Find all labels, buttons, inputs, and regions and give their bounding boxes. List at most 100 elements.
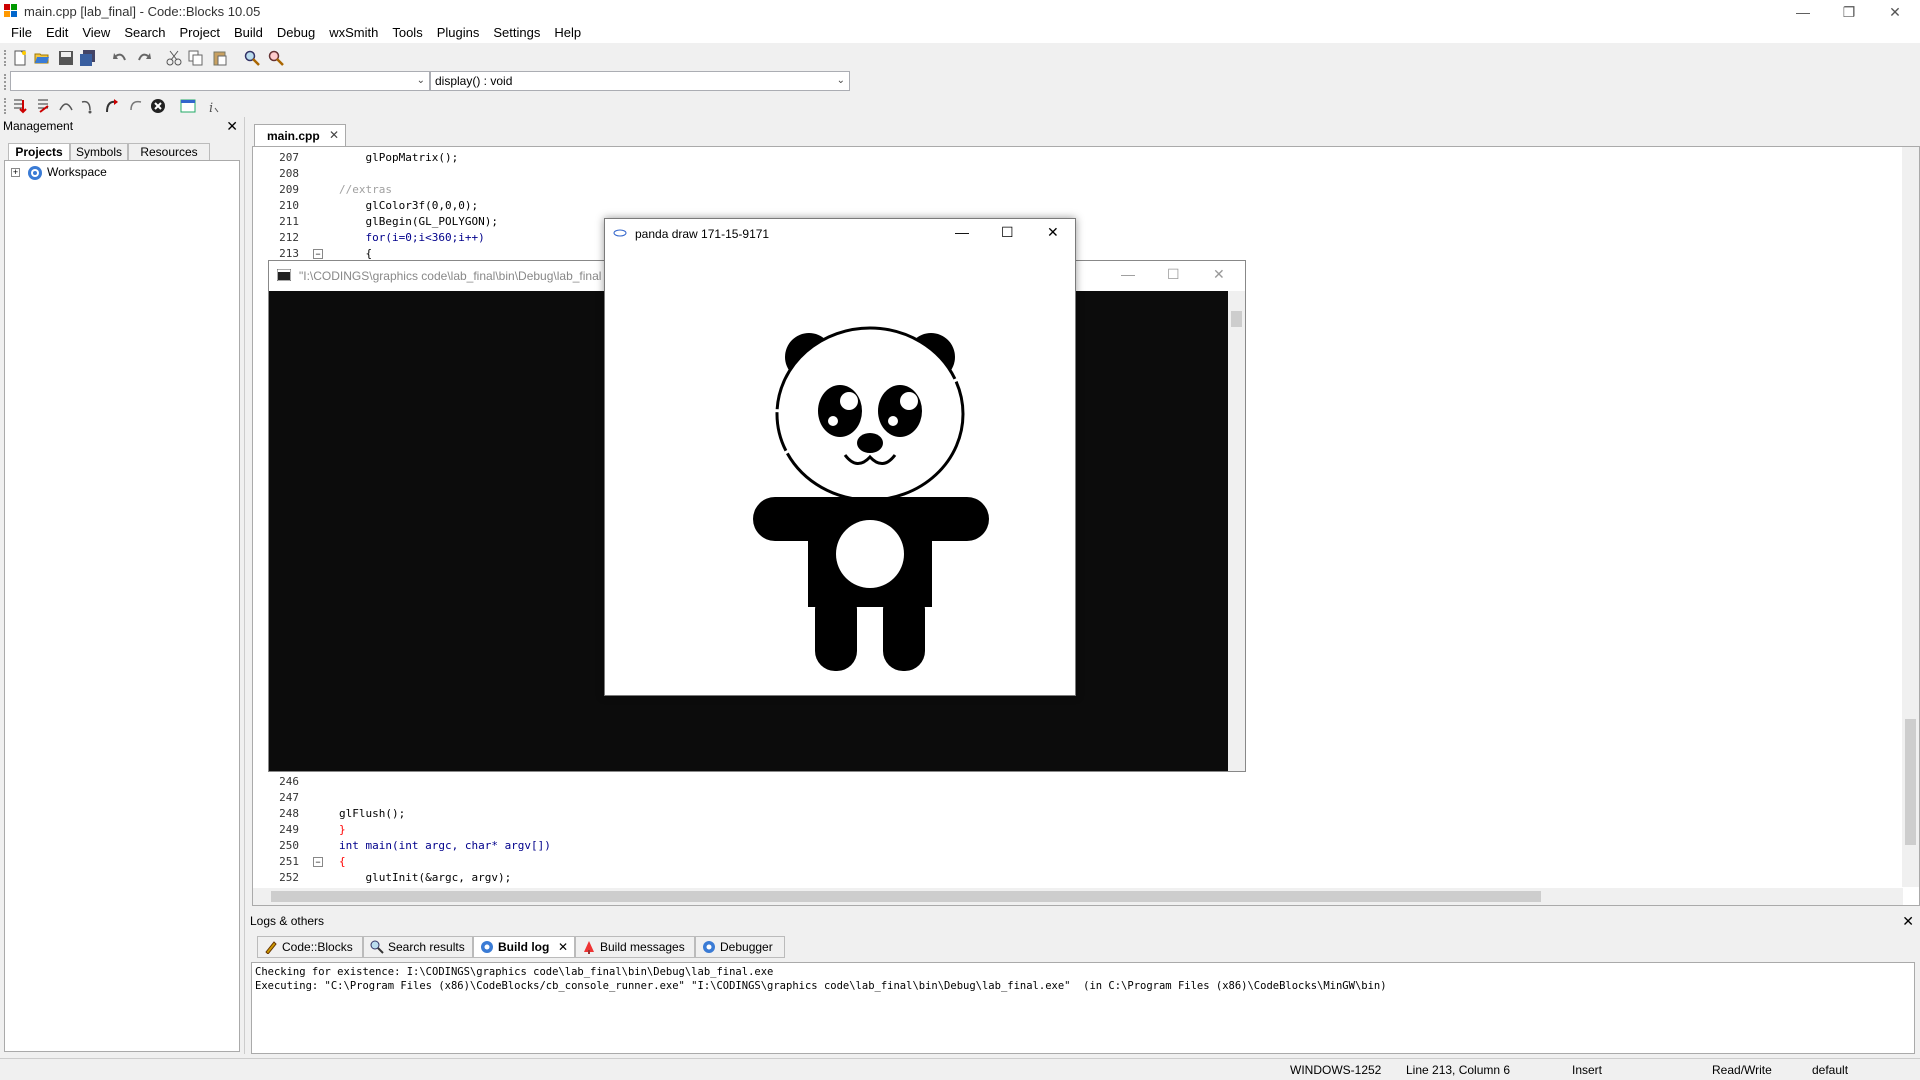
close-icon[interactable]: ✕	[1902, 912, 1914, 930]
code-completion-toolbar: ⌄ display() : void ⌄	[0, 70, 1920, 94]
window-title: main.cpp [lab_final] - Code::Blocks 10.0…	[24, 4, 261, 19]
new-file-icon[interactable]	[12, 50, 28, 66]
tab-projects[interactable]: Projects	[8, 143, 70, 161]
code-line: glPopMatrix();	[339, 151, 459, 164]
save-icon[interactable]	[58, 50, 74, 66]
console-icon	[277, 269, 291, 281]
expand-icon[interactable]: +	[11, 168, 20, 177]
tab-label: Debugger	[720, 940, 773, 954]
paste-icon[interactable]	[212, 50, 228, 66]
minimize-button[interactable]: —	[1780, 0, 1826, 24]
next-line-icon[interactable]	[58, 98, 74, 114]
tab-build-log[interactable]: Build log ✕	[473, 936, 575, 958]
vertical-scrollbar[interactable]	[1902, 147, 1919, 887]
close-icon[interactable]: ✕	[558, 937, 568, 957]
line-number: 211	[279, 215, 299, 228]
editor-tabs: main.cpp ✕	[252, 122, 1920, 146]
find-icon[interactable]	[244, 50, 260, 66]
pencil-icon	[265, 941, 277, 954]
fold-icon[interactable]: −	[313, 857, 323, 867]
code-line: }	[339, 823, 346, 836]
menu-edit[interactable]: Edit	[39, 22, 75, 43]
tab-search-results[interactable]: Search results	[363, 936, 473, 958]
tab-codeblocks-log[interactable]: Code::Blocks	[257, 936, 363, 958]
menu-tools[interactable]: Tools	[385, 22, 429, 43]
chevron-down-icon: ⌄	[836, 75, 845, 86]
tab-resources[interactable]: Resources	[128, 143, 210, 161]
debug-windows-icon[interactable]	[180, 98, 196, 114]
step-into-icon[interactable]	[80, 98, 96, 114]
menu-build[interactable]: Build	[227, 22, 270, 43]
menu-settings[interactable]: Settings	[486, 22, 547, 43]
horizontal-scrollbar[interactable]	[253, 888, 1903, 905]
next-instruction-icon[interactable]	[128, 98, 144, 114]
scope-combo[interactable]: ⌄	[10, 71, 430, 91]
minimize-button[interactable]: —	[955, 224, 969, 240]
debug-info-icon[interactable]: i	[204, 98, 220, 114]
code-line: for(i=0;i<360;i++)	[339, 231, 485, 244]
menu-view[interactable]: View	[75, 22, 117, 43]
run-to-cursor-icon[interactable]	[36, 98, 52, 114]
redo-icon[interactable]	[136, 50, 152, 66]
replace-icon[interactable]	[268, 50, 284, 66]
close-icon[interactable]: ✕	[226, 117, 238, 135]
line-number: 212	[279, 231, 299, 244]
menu-file[interactable]: File	[4, 22, 39, 43]
scrollbar-thumb[interactable]	[1231, 311, 1242, 327]
project-tree: + Workspace	[4, 160, 240, 1052]
tab-label: Build messages	[600, 940, 685, 954]
close-button[interactable]: ✕	[1213, 266, 1225, 283]
close-button[interactable]: ✕	[1872, 0, 1918, 24]
panda-right-eye	[878, 385, 922, 437]
copy-icon[interactable]	[188, 50, 204, 66]
cut-icon[interactable]	[166, 50, 182, 66]
console-scrollbar[interactable]	[1228, 291, 1245, 771]
menu-debug[interactable]: Debug	[270, 22, 322, 43]
management-panel: Management ✕ Projects Symbols Resources …	[0, 117, 245, 1054]
status-access: Read/Write	[1712, 1063, 1772, 1077]
menu-plugins[interactable]: Plugins	[430, 22, 487, 43]
tab-build-messages[interactable]: Build messages	[575, 936, 695, 958]
menu-wxsmith[interactable]: wxSmith	[322, 22, 385, 43]
stop-debugger-icon[interactable]	[150, 98, 166, 114]
management-header: Management ✕	[0, 117, 244, 135]
menu-search[interactable]: Search	[117, 22, 172, 43]
panda-draw-window[interactable]: panda draw 171-15-9171 — ☐ ✕	[604, 218, 1076, 696]
glut-window-icon	[613, 229, 627, 237]
open-file-icon[interactable]	[34, 50, 50, 66]
close-button[interactable]: ✕	[1047, 224, 1059, 241]
debug-run-icon[interactable]	[12, 98, 28, 114]
maximize-button[interactable]: ☐	[1001, 224, 1014, 241]
menu-project[interactable]: Project	[173, 22, 227, 43]
management-title: Management	[3, 119, 74, 133]
minimize-button[interactable]: —	[1121, 266, 1135, 282]
fold-icon[interactable]: −	[313, 249, 323, 259]
main-toolbar	[0, 44, 1920, 72]
maximize-button[interactable]: ☐	[1167, 266, 1180, 283]
logs-header: Logs & others ✕	[247, 912, 1920, 930]
line-number: 248	[279, 807, 299, 820]
scrollbar-thumb[interactable]	[271, 891, 1541, 902]
undo-icon[interactable]	[112, 50, 128, 66]
tab-label: Search results	[388, 940, 465, 954]
build-log-output[interactable]: Checking for existence: I:\CODINGS\graph…	[251, 962, 1915, 1054]
scrollbar-thumb[interactable]	[1905, 719, 1916, 845]
log-line: Executing: "C:\Program Files (x86)\CodeB…	[255, 980, 1387, 992]
function-combo-value: display() : void	[435, 74, 513, 88]
panda-right-leg	[883, 589, 925, 671]
panda-nose	[857, 433, 883, 453]
build-messages-icon	[584, 941, 594, 954]
tree-item-workspace[interactable]: Workspace	[47, 165, 107, 179]
step-out-icon[interactable]	[104, 98, 120, 114]
tab-symbols[interactable]: Symbols	[70, 143, 128, 161]
function-combo[interactable]: display() : void ⌄	[430, 71, 850, 91]
save-all-icon[interactable]	[80, 50, 96, 66]
panda-left-eye	[818, 385, 862, 437]
tab-main-cpp[interactable]: main.cpp ✕	[254, 124, 346, 146]
code-line: int main(int argc, char* argv[])	[339, 839, 551, 852]
tab-debugger[interactable]: Debugger	[695, 936, 785, 958]
line-number: 247	[279, 791, 299, 804]
menu-help[interactable]: Help	[547, 22, 588, 43]
restore-button[interactable]: ❐	[1826, 0, 1872, 24]
close-icon[interactable]: ✕	[329, 128, 339, 142]
